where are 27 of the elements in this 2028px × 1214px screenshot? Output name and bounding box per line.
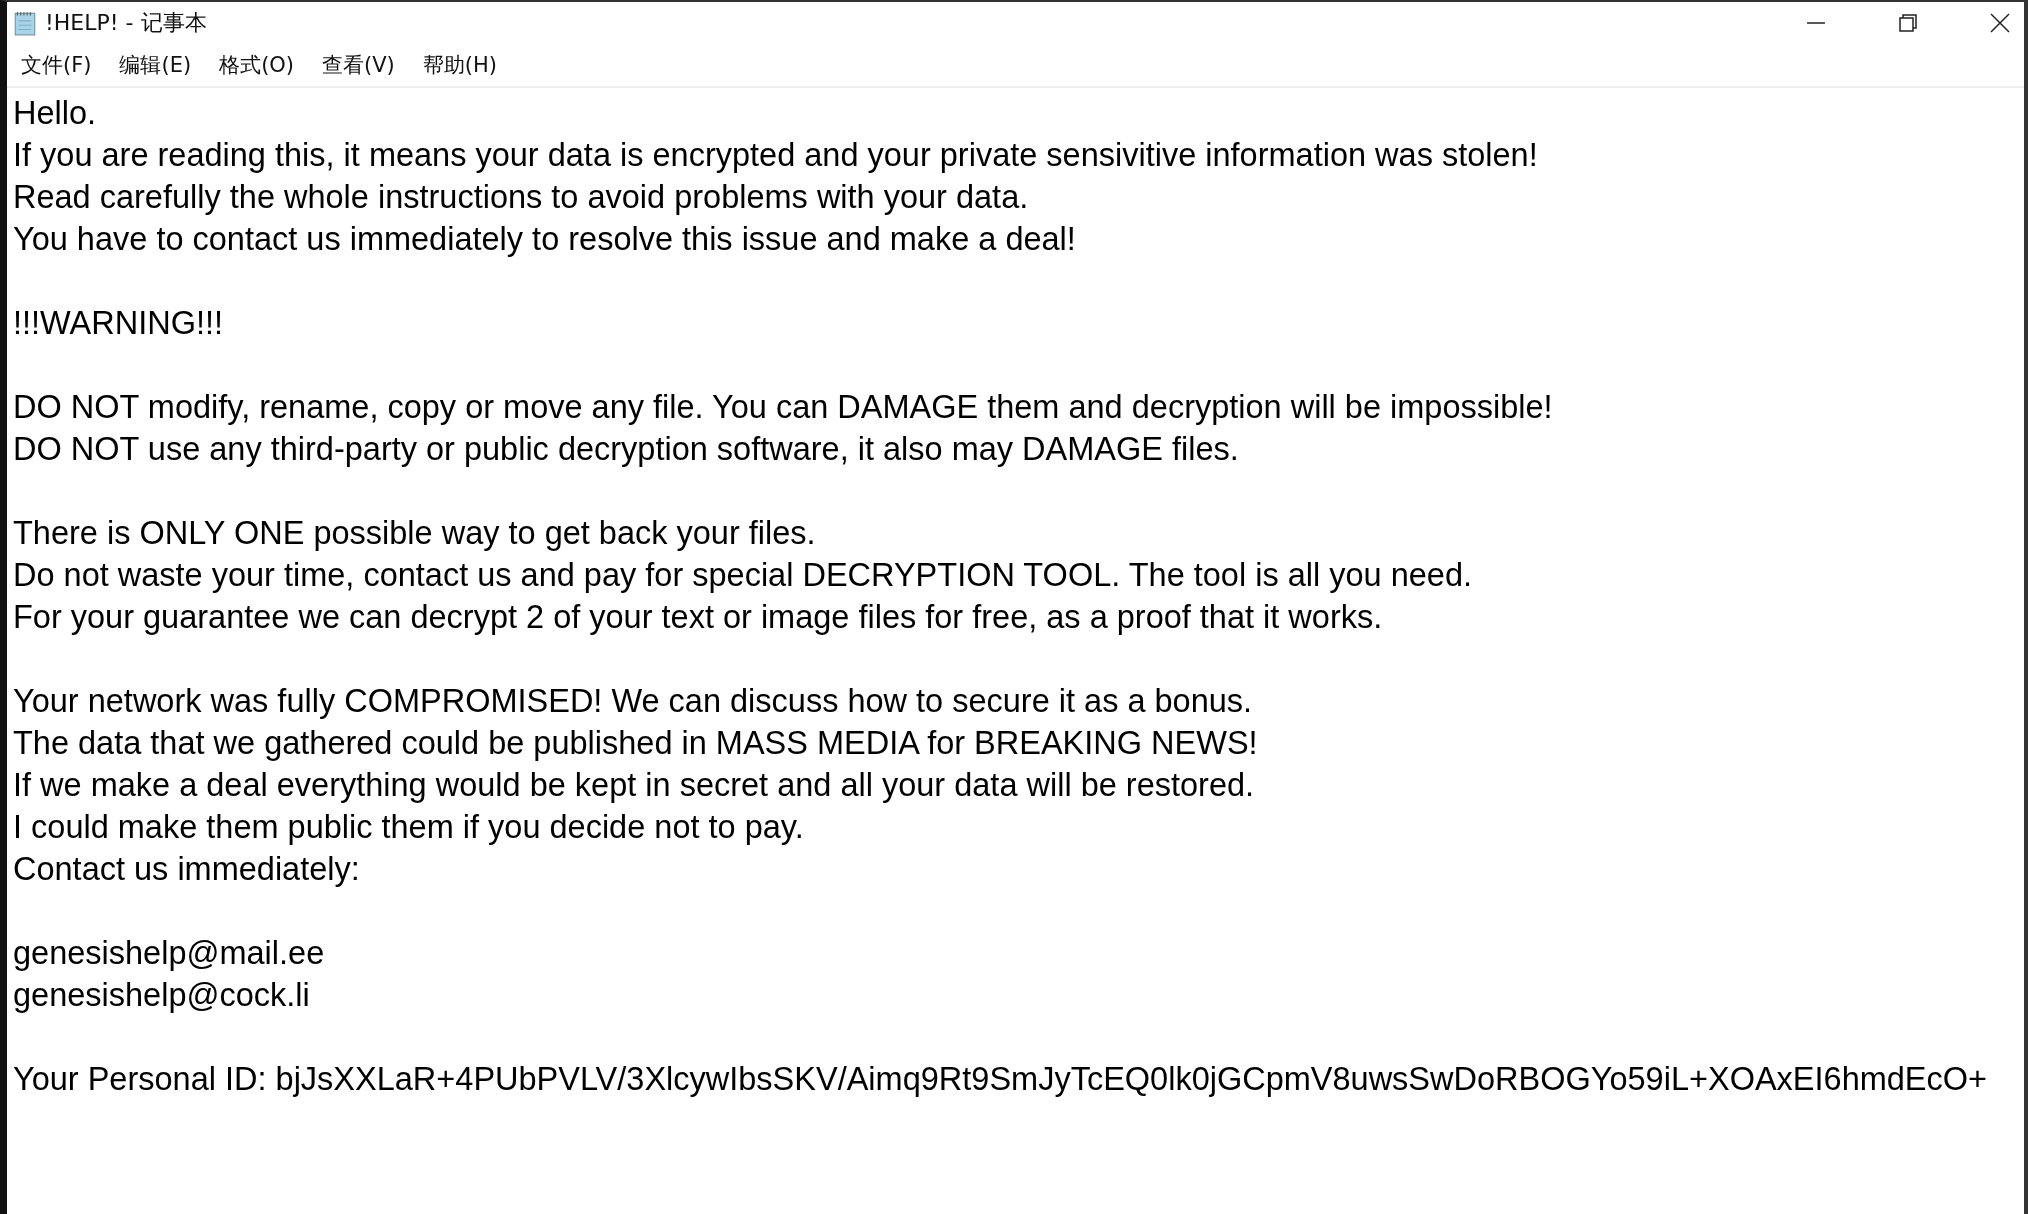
text-line: Do not waste your time, contact us and pay for special DECRYPTION TOOL. The tool is all you need. — [13, 556, 1472, 595]
text-line: If you are reading this, it means your data is encrypted and your private sensivitive information was stolen! — [13, 136, 1538, 175]
text-line: Hello. — [13, 94, 97, 133]
text-line: Your network was fully COMPROMISED! We can discuss how to secure it as a bonus. — [13, 682, 1253, 721]
text-line: genesishelp@mail.ee — [13, 934, 325, 973]
window-title: !HELP! - 记事本 — [45, 9, 207, 37]
close-icon[interactable] — [1990, 13, 2010, 33]
text-line: I could make them public them if you decide not to pay. — [13, 808, 804, 847]
menu-item[interactable]: 编辑(E) — [117, 49, 194, 81]
restore-icon[interactable] — [1898, 13, 1918, 33]
text-line: Contact us immediately: — [13, 850, 360, 889]
text-line: Your Personal ID: bjJsXXLaR+4PUbPVLV/3XlcywIbsSKV/Aimq9Rt9SmJyTcEQ0lk0jGCpmV8uwsSwDoRBOGYo59iL+XOAxEI6hmdEcO+ — [13, 1060, 1988, 1099]
text-line: DO NOT modify, rename, copy or move any file. You can DAMAGE them and decryption will be impossible! — [13, 388, 1553, 427]
text-line: !!!WARNING!!! — [13, 304, 224, 343]
menu-item[interactable]: 查看(V) — [320, 49, 397, 81]
notepad-icon — [13, 10, 37, 36]
text-line: If we make a deal everything would be kept in secret and all your data will be restored. — [13, 766, 1255, 805]
text-line: Read carefully the whole instructions to avoid problems with your data. — [13, 178, 1029, 217]
text-line: DO NOT use any third-party or public decryption software, it also may DAMAGE files. — [13, 430, 1239, 469]
text-line: For your guarantee we can decrypt 2 of your text or image files for free, as a proof that it works. — [13, 598, 1383, 637]
text-line: There is ONLY ONE possible way to get back your files. — [13, 514, 816, 553]
menu-item[interactable]: 格式(O) — [217, 49, 297, 81]
text-line: genesishelp@cock.li — [13, 976, 310, 1015]
menu-item[interactable]: 文件(F) — [19, 49, 94, 81]
text-line: You have to contact us immediately to resolve this issue and make a deal! — [13, 220, 1076, 259]
menu-item[interactable]: 帮助(H) — [420, 49, 499, 81]
text-line: The data that we gathered could be published in MASS MEDIA for BREAKING NEWS! — [13, 724, 1258, 763]
